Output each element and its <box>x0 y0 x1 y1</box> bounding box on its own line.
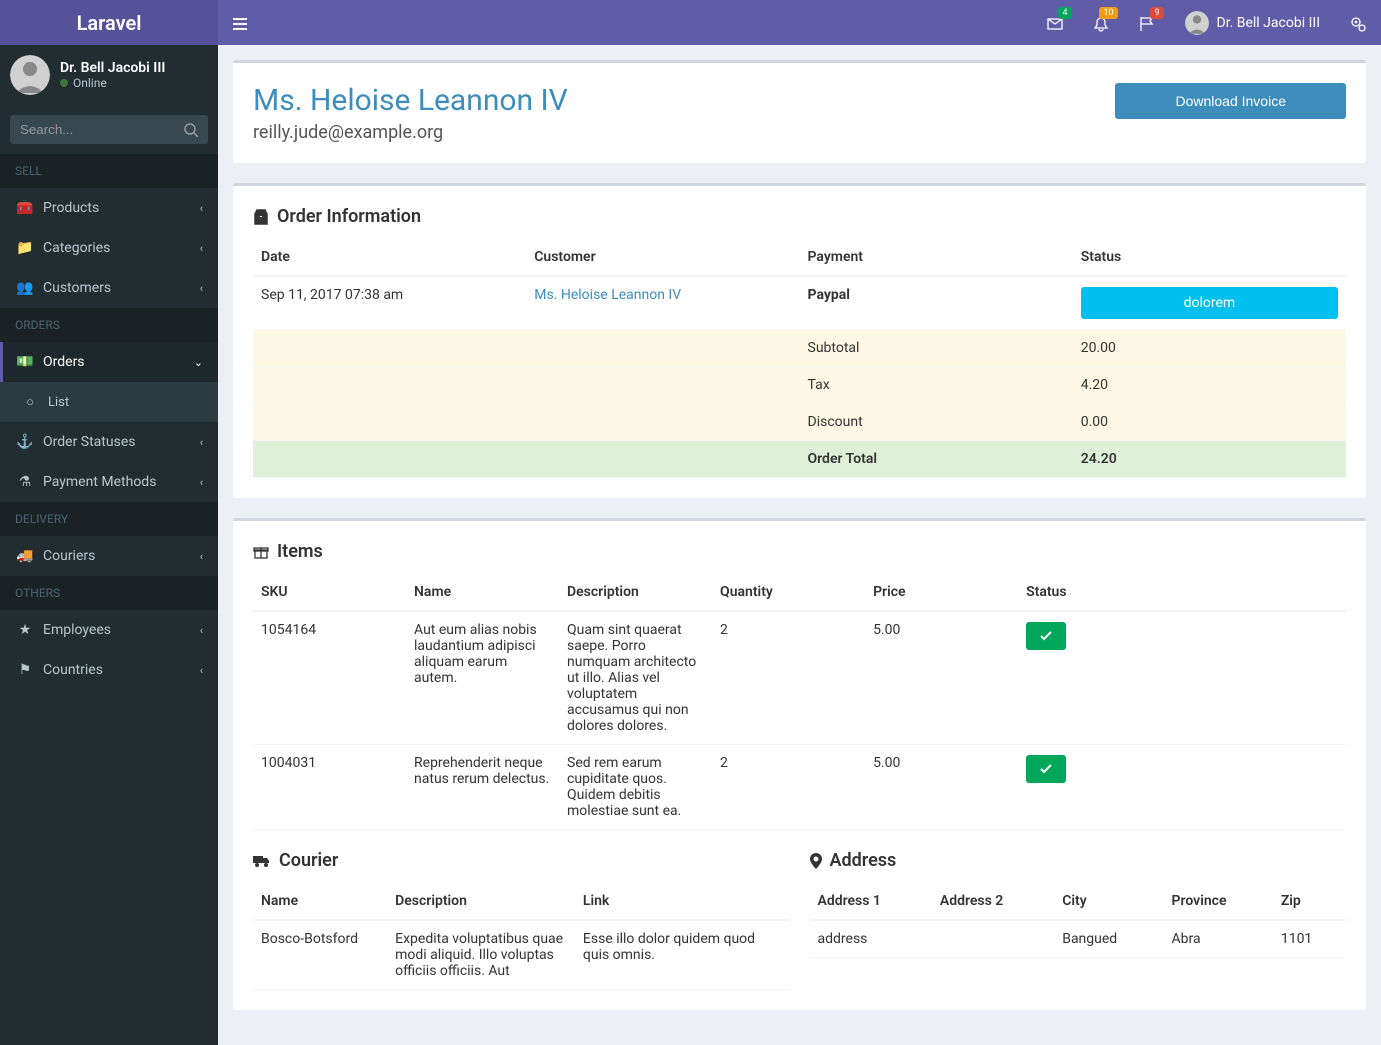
customer-link[interactable]: Ms. Heloise Leannon IV <box>534 287 681 303</box>
customer-name-link[interactable]: Ms. Heloise Leannon IV <box>253 83 568 118</box>
truck-icon: 🚚 <box>15 548 35 564</box>
chevron-left-icon: ‹ <box>200 664 203 677</box>
sidebar-item-couriers[interactable]: 🚚Couriers‹ <box>0 536 218 576</box>
chevron-left-icon: ‹ <box>200 436 203 449</box>
sidebar-item-employees[interactable]: ★Employees‹ <box>0 610 218 650</box>
search-input[interactable] <box>10 115 208 144</box>
mail-badge: 4 <box>1058 7 1071 19</box>
circle-icon: ○ <box>20 394 40 410</box>
header-user-name: Dr. Bell Jacobi III <box>1217 15 1321 31</box>
sidebar: Dr. Bell Jacobi III Online SELL 🧰Product… <box>0 45 218 1045</box>
table-row: 1004031 Reprehenderit neque natus rerum … <box>253 745 1346 830</box>
chevron-left-icon: ‹ <box>200 476 203 489</box>
money-icon: 💵 <box>15 354 35 370</box>
table-row: Discount0.00 <box>253 404 1346 441</box>
courier-table: Name Description Link Bosco-Botsford Exp… <box>253 883 790 990</box>
sidebar-item-products[interactable]: 🧰Products‹ <box>0 188 218 228</box>
table-row: Order Total24.20 <box>253 441 1346 478</box>
flag-icon: ⚑ <box>15 662 35 678</box>
address-table: Address 1 Address 2 City Province Zip ad… <box>810 883 1347 958</box>
check-icon <box>1040 764 1052 774</box>
gears-icon <box>1350 16 1366 32</box>
notifications-button[interactable]: 10 <box>1078 3 1124 42</box>
sidebar-item-orders-list[interactable]: ○List <box>0 382 218 422</box>
table-row: Bosco-Botsford Expedita voluptatibus qua… <box>253 920 790 990</box>
folder-icon: 📁 <box>15 240 35 256</box>
sidebar-toggle-button[interactable] <box>218 13 262 32</box>
sidebar-item-order-statuses[interactable]: ⚓Order Statuses‹ <box>0 422 218 462</box>
chevron-left-icon: ‹ <box>200 242 203 255</box>
col-status: Status <box>1073 239 1346 276</box>
table-row: Subtotal20.00 <box>253 330 1346 367</box>
col-customer: Customer <box>526 239 799 276</box>
sidebar-header-others: OTHERS <box>0 576 218 610</box>
hamburger-icon <box>233 17 247 31</box>
sidebar-header-sell: SELL <box>0 154 218 188</box>
users-icon: 👥 <box>15 280 35 296</box>
search-icon <box>184 123 198 137</box>
chevron-left-icon: ‹ <box>200 550 203 563</box>
sidebar-item-countries[interactable]: ⚑Countries‹ <box>0 650 218 690</box>
mail-button[interactable]: 4 <box>1032 3 1078 42</box>
map-marker-icon <box>810 853 822 869</box>
table-row: 1054164 Aut eum alias nobis laudantium a… <box>253 611 1346 745</box>
check-icon <box>1040 631 1052 641</box>
bell-badge: 10 <box>1099 7 1117 19</box>
table-row: address Bangued Abra 1101 <box>810 920 1347 958</box>
chevron-left-icon: ‹ <box>200 624 203 637</box>
table-row: Sep 11, 2017 07:38 am Ms. Heloise Leanno… <box>253 276 1346 330</box>
col-date: Date <box>253 239 526 276</box>
download-invoice-button[interactable]: Download Invoice <box>1115 83 1346 119</box>
avatar-icon <box>1185 11 1209 35</box>
sidebar-item-payment-methods[interactable]: ⚗Payment Methods‹ <box>0 462 218 502</box>
comment-badge: 9 <box>1150 7 1163 19</box>
chevron-left-icon: ‹ <box>200 282 203 295</box>
sidebar-header-delivery: DELIVERY <box>0 502 218 536</box>
status-check-badge <box>1026 755 1066 783</box>
col-payment: Payment <box>800 239 1073 276</box>
sidebar-item-customers[interactable]: 👥Customers‹ <box>0 268 218 308</box>
flask-icon: ⚗ <box>15 474 35 490</box>
brand-logo[interactable]: Laravel <box>0 0 218 45</box>
sidebar-user-status: Online <box>60 76 165 90</box>
shopping-bag-icon <box>253 209 269 225</box>
top-header: Laravel 4 10 9 Dr. Bell Jacobi III <box>0 0 1381 45</box>
main-content: Ms. Heloise Leannon IV reilly.jude@examp… <box>218 45 1381 1045</box>
chevron-left-icon: ‹ <box>200 202 203 215</box>
table-row: Tax4.20 <box>253 367 1346 404</box>
search-button[interactable] <box>184 122 198 138</box>
briefcase-icon: 🧰 <box>15 200 35 216</box>
messages-button[interactable]: 9 <box>1124 3 1170 42</box>
star-icon: ★ <box>15 622 35 638</box>
customer-email: reilly.jude@example.org <box>253 122 568 143</box>
order-info-table: Date Customer Payment Status Sep 11, 201… <box>253 239 1346 478</box>
settings-button[interactable] <box>1335 3 1381 42</box>
sidebar-header-orders: ORDERS <box>0 308 218 342</box>
avatar-icon <box>10 55 50 95</box>
courier-title: Courier <box>253 850 790 871</box>
status-check-badge <box>1026 622 1066 650</box>
address-title: Address <box>810 850 1347 871</box>
chevron-down-icon: ⌄ <box>194 356 203 369</box>
anchor-icon: ⚓ <box>15 434 35 450</box>
gift-icon <box>253 544 269 560</box>
sidebar-item-categories[interactable]: 📁Categories‹ <box>0 228 218 268</box>
user-menu-button[interactable]: Dr. Bell Jacobi III <box>1170 11 1336 35</box>
sidebar-item-orders[interactable]: 💵Orders⌄ <box>0 342 218 382</box>
status-badge: dolorem <box>1081 287 1338 319</box>
order-info-title: Order Information <box>253 206 1346 227</box>
user-panel: Dr. Bell Jacobi III Online <box>0 45 218 105</box>
sidebar-user-name: Dr. Bell Jacobi III <box>60 60 165 76</box>
truck-icon <box>253 853 271 869</box>
items-title: Items <box>253 541 1346 562</box>
items-table: SKU Name Description Quantity Price Stat… <box>253 574 1346 830</box>
